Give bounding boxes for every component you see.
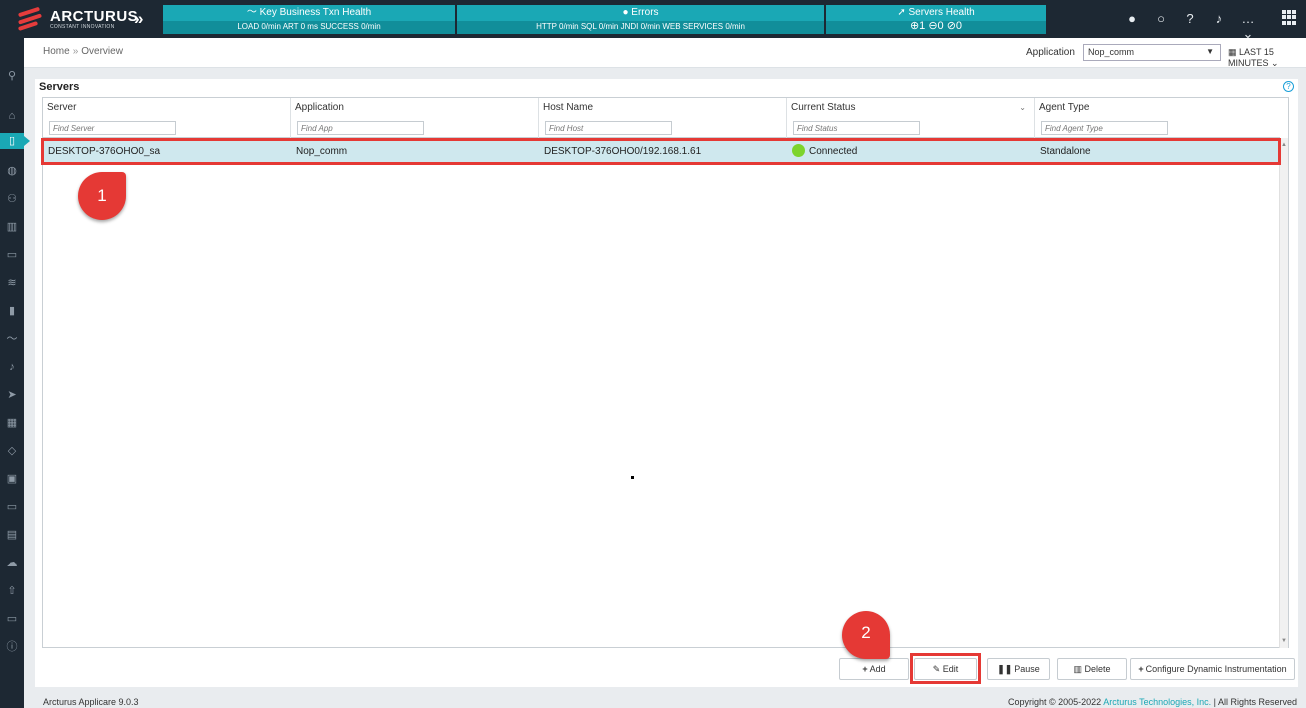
- column-server[interactable]: Server: [43, 98, 291, 138]
- company-link[interactable]: Arcturus Technologies, Inc.: [1103, 697, 1211, 707]
- apps-grid-icon[interactable]: [1282, 10, 1297, 25]
- bar-chart-icon[interactable]: ▮: [0, 303, 24, 319]
- trend-icon: 〜: [246, 7, 257, 18]
- column-header-label: Application: [295, 102, 344, 113]
- find-server-input[interactable]: [49, 121, 176, 135]
- scroll-up-icon[interactable]: ▲: [1281, 142, 1287, 148]
- time-range-picker[interactable]: ▦ LAST 15 MINUTES ⌄: [1228, 47, 1306, 69]
- add-button-label: Add: [869, 664, 886, 674]
- delete-button[interactable]: ▥ Delete: [1057, 658, 1127, 680]
- breadcrumb-home[interactable]: Home: [43, 46, 70, 57]
- globe-icon[interactable]: ◍: [0, 163, 24, 179]
- scroll-down-icon[interactable]: ▼: [1281, 638, 1287, 644]
- folder-icon[interactable]: ▭: [0, 247, 24, 263]
- step-badge-1: 1: [78, 172, 126, 220]
- business-panel-title: Key Business Txn Health: [259, 7, 372, 18]
- monitor-icon[interactable]: ▭: [0, 611, 24, 627]
- servers-panel-metrics: ⊕1 ⊖0 ⊘0: [826, 21, 1046, 34]
- section-title: Servers: [39, 81, 80, 93]
- alert-bell-icon[interactable]: ♪: [0, 359, 24, 375]
- briefcase-icon[interactable]: ▣: [0, 471, 24, 487]
- column-current-status[interactable]: Current Status ⌄: [787, 98, 1035, 138]
- home-icon[interactable]: ⌂: [0, 108, 24, 124]
- application-label: Application: [1026, 47, 1075, 58]
- plus-icon: +: [1138, 664, 1144, 674]
- delete-button-label: Delete: [1084, 664, 1111, 674]
- cloud-icon[interactable]: ☁: [0, 555, 24, 571]
- table-header: Server Application Host Name Current Sta…: [43, 98, 1280, 138]
- errors-panel-title: Errors: [631, 7, 659, 18]
- breadcrumb-current: Overview: [81, 46, 123, 57]
- window-icon[interactable]: ▭: [0, 499, 24, 515]
- page-header: Home» Overview Application Nop_comm ▼ ▦ L…: [24, 38, 1306, 68]
- column-application[interactable]: Application: [291, 98, 539, 138]
- servers-panel-title: Servers Health: [908, 7, 975, 18]
- pause-icon: ❚❚: [997, 664, 1013, 674]
- breadcrumb: Home» Overview: [43, 46, 123, 57]
- top-bar: ARCTURUS CONSTANT INNOVATION » 〜 Key Bus…: [0, 0, 1306, 41]
- chevron-down-icon: ⌄: [1271, 58, 1279, 68]
- trash-icon: ▥: [1073, 664, 1082, 674]
- column-header-label: Agent Type: [1039, 102, 1090, 113]
- send-icon[interactable]: ➤: [0, 387, 24, 403]
- add-button[interactable]: + Add: [839, 658, 909, 680]
- line-chart-icon[interactable]: 〜: [0, 331, 24, 347]
- find-app-input[interactable]: [297, 121, 424, 135]
- column-header-label: Host Name: [543, 102, 594, 113]
- errors-panel[interactable]: ● Errors HTTP 0/min SQL 0/min JNDI 0/min…: [457, 5, 824, 34]
- column-header-label: Server: [47, 102, 77, 113]
- business-panel-metrics: LOAD 0/min ART 0 ms SUCCESS 0/min: [163, 21, 455, 34]
- servers-panel: Servers ? Server Application Host Name C…: [35, 79, 1298, 687]
- servers-health-panel[interactable]: ➚ Servers Health ⊕1 ⊖0 ⊘0: [826, 5, 1046, 34]
- brand-name: ARCTURUS: [50, 7, 139, 25]
- configure-dynamic-instrumentation-button[interactable]: + Configure Dynamic Instrumentation: [1130, 658, 1295, 680]
- help-icon[interactable]: ?: [1283, 81, 1294, 92]
- row-highlight-callout: [41, 138, 1281, 165]
- errors-panel-metrics: HTTP 0/min SQL 0/min JNDI 0/min WEB SERV…: [457, 21, 824, 34]
- info-icon[interactable]: ⓘ: [0, 639, 24, 655]
- logo[interactable]: ARCTURUS CONSTANT INNOVATION: [17, 6, 139, 31]
- application-select[interactable]: Nop_comm ▼: [1083, 44, 1221, 61]
- find-host-input[interactable]: [545, 121, 672, 135]
- layers-icon[interactable]: ≋: [0, 275, 24, 291]
- user-icon[interactable]: ⚇: [0, 191, 24, 207]
- columns-icon[interactable]: ▥: [0, 219, 24, 235]
- left-sidebar: ⚲ ⌂ ▯ ◍ ⚇ ▥ ▭ ≋ ▮ 〜 ♪ ➤ ▦ ◇ ▣ ▭ ▤ ☁ ⇧ ▭ …: [0, 38, 30, 708]
- copyright-text: Copyright © 2005-2022 Arcturus Technolog…: [1008, 697, 1297, 707]
- servers-nav-icon[interactable]: ▯: [0, 133, 30, 149]
- business-txn-health-panel[interactable]: 〜 Key Business Txn Health LOAD 0/min ART…: [163, 5, 455, 34]
- column-host-name[interactable]: Host Name: [539, 98, 787, 138]
- sort-chevron-icon[interactable]: ⌄: [1019, 103, 1026, 112]
- column-agent-type[interactable]: Agent Type: [1035, 98, 1280, 138]
- vertical-scrollbar[interactable]: ▲ ▼: [1279, 138, 1288, 648]
- pause-button-label: Pause: [1014, 664, 1040, 674]
- stray-dot: [631, 476, 634, 479]
- calendar-icon[interactable]: ▦: [0, 415, 24, 431]
- expand-menu-icon[interactable]: »: [134, 9, 143, 29]
- find-status-input[interactable]: [793, 121, 920, 135]
- step-badge-2: 2: [842, 611, 890, 659]
- edit-highlight-callout: [910, 653, 981, 684]
- configure-button-label: Configure Dynamic Instrumentation: [1145, 664, 1287, 674]
- pause-button[interactable]: ❚❚ Pause: [987, 658, 1050, 680]
- plus-icon: +: [862, 664, 868, 674]
- arcturus-logo-mark: [17, 6, 44, 31]
- application-select-value: Nop_comm: [1088, 47, 1135, 57]
- breadcrumb-separator: »: [72, 46, 79, 57]
- rights-text: | All Rights Reserved: [1213, 697, 1297, 707]
- bomb-icon: ●: [622, 7, 629, 18]
- rocket-icon: ➚: [897, 7, 906, 18]
- copyright-label: Copyright © 2005-2022: [1008, 697, 1102, 707]
- book-icon[interactable]: ▤: [0, 527, 24, 543]
- search-icon[interactable]: ⚲: [0, 68, 24, 84]
- calendar-icon: ▦: [1228, 47, 1237, 57]
- dropdown-caret-icon: ▼: [1206, 47, 1214, 56]
- column-header-label: Current Status: [791, 102, 856, 113]
- find-agent-type-input[interactable]: [1041, 121, 1168, 135]
- version-text: Arcturus Applicare 9.0.3: [43, 697, 139, 707]
- tag-icon[interactable]: ◇: [0, 443, 24, 459]
- servers-table: Server Application Host Name Current Sta…: [42, 97, 1289, 648]
- cloud-upload-icon[interactable]: ⇧: [0, 583, 24, 599]
